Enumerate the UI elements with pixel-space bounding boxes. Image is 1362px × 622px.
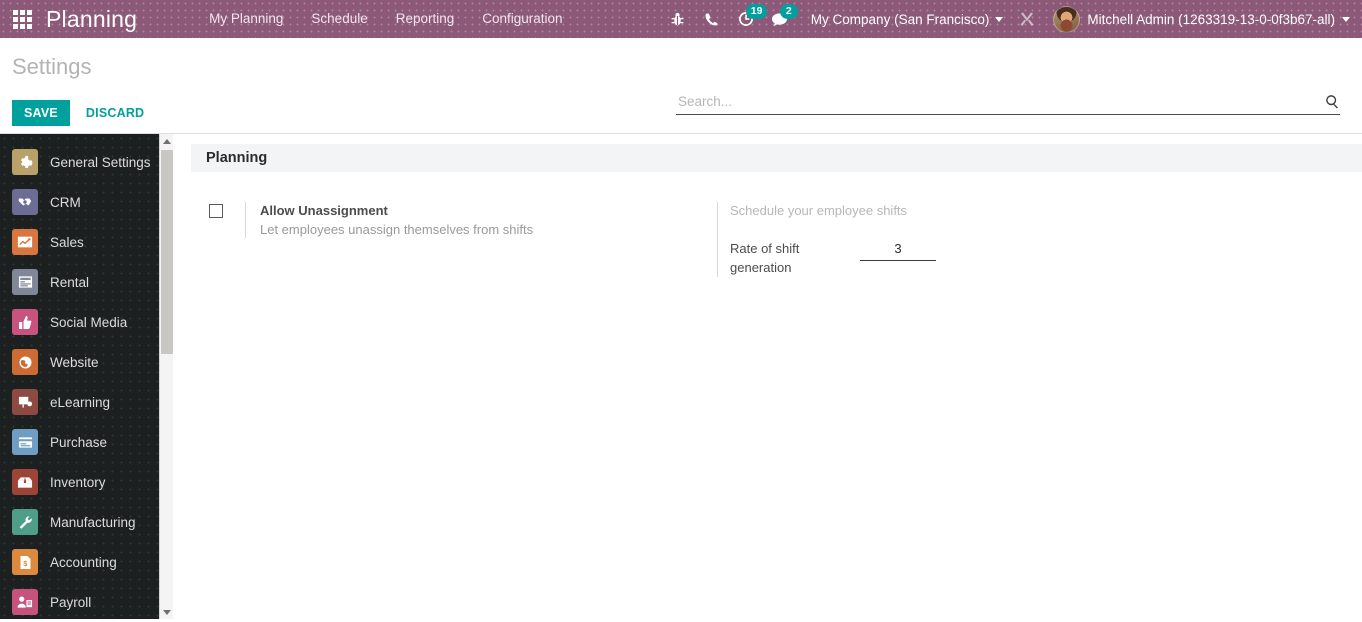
handshake-icon bbox=[12, 189, 38, 215]
section-title: Planning bbox=[206, 150, 268, 166]
settings-column-left: Allow Unassignment Let employees unassig… bbox=[191, 202, 701, 277]
messages-count-badge: 2 bbox=[779, 4, 798, 19]
sidebar-item-accounting[interactable]: $ Accounting bbox=[0, 542, 173, 582]
settings-body: General Settings CRM Sales Rental Social… bbox=[0, 134, 1362, 619]
section-header-planning: Planning bbox=[191, 144, 1362, 172]
apps-grid-icon bbox=[12, 9, 32, 29]
navbar-right-tools: 19 2 My Company (San Francisco) Mitchell… bbox=[661, 0, 1362, 38]
sidebar-item-label: Website bbox=[50, 354, 99, 370]
wrench-icon bbox=[12, 509, 38, 535]
presentation-icon bbox=[12, 389, 38, 415]
page-title: Settings bbox=[12, 54, 92, 79]
search-input[interactable] bbox=[676, 94, 1325, 109]
sidebar-item-sales[interactable]: Sales bbox=[0, 222, 173, 262]
scrollbar-thumb[interactable] bbox=[161, 150, 173, 354]
rate-of-shift-generation-row: Rate of shift generation bbox=[730, 239, 1171, 277]
document-icon bbox=[12, 269, 38, 295]
setting-description: Let employees unassign themselves from s… bbox=[260, 222, 534, 237]
schedule-shifts-block: Schedule your employee shifts Rate of sh… bbox=[717, 202, 1171, 277]
setting-title: Allow Unassignment bbox=[260, 203, 388, 218]
messages-chat-icon[interactable]: 2 bbox=[763, 0, 798, 38]
sidebar-item-label: Rental bbox=[50, 274, 90, 290]
sidebar-item-manufacturing[interactable]: Manufacturing bbox=[0, 502, 173, 542]
employee-icon bbox=[12, 589, 38, 615]
sidebar-scrollbar[interactable] bbox=[159, 134, 173, 619]
sidebar-item-website[interactable]: Website bbox=[0, 342, 173, 382]
chart-up-icon bbox=[12, 229, 38, 255]
setting-text-block: Allow Unassignment Let employees unassig… bbox=[245, 202, 533, 238]
company-selector[interactable]: My Company (San Francisco) bbox=[797, 12, 1010, 27]
sidebar-item-label: eLearning bbox=[50, 394, 111, 410]
sidebar-item-label: Purchase bbox=[50, 434, 108, 450]
sidebar-item-label: CRM bbox=[50, 194, 81, 210]
settings-sidebar: General Settings CRM Sales Rental Social… bbox=[0, 134, 173, 619]
scroll-up-arrow-icon[interactable] bbox=[160, 134, 173, 148]
menu-item-reporting[interactable]: Reporting bbox=[382, 0, 469, 38]
sidebar-item-social-media[interactable]: Social Media bbox=[0, 302, 173, 342]
chevron-down-icon bbox=[995, 16, 1004, 22]
navbar-menu: My Planning Schedule Reporting Configura… bbox=[195, 0, 576, 38]
thumbs-up-icon bbox=[12, 309, 38, 335]
sidebar-item-purchase[interactable]: Purchase bbox=[0, 422, 173, 462]
setting-allow-unassignment: Allow Unassignment Let employees unassig… bbox=[209, 202, 701, 238]
sidebar-item-label: Inventory bbox=[50, 474, 106, 490]
phone-icon[interactable] bbox=[695, 0, 729, 38]
gear-icon bbox=[12, 149, 38, 175]
save-button[interactable]: SAVE bbox=[12, 100, 70, 126]
settings-grid: Allow Unassignment Let employees unassig… bbox=[191, 202, 1362, 277]
control-panel: Settings SAVE DISCARD bbox=[0, 38, 1362, 134]
sidebar-item-payroll[interactable]: Payroll bbox=[0, 582, 173, 619]
sidebar-item-label: General Settings bbox=[50, 154, 151, 170]
card-icon bbox=[12, 429, 38, 455]
discard-button[interactable]: DISCARD bbox=[76, 100, 154, 126]
sidebar-item-elearning[interactable]: eLearning bbox=[0, 382, 173, 422]
settings-content: Planning Allow Unassignment Let employee… bbox=[173, 134, 1362, 619]
apps-menu-button[interactable] bbox=[0, 0, 44, 38]
sidebar-item-general-settings[interactable]: General Settings bbox=[0, 142, 173, 182]
activity-clock-icon[interactable]: 19 bbox=[729, 0, 768, 38]
menu-item-schedule[interactable]: Schedule bbox=[297, 0, 381, 38]
search-icon[interactable] bbox=[1325, 94, 1340, 109]
menu-item-configuration[interactable]: Configuration bbox=[468, 0, 576, 38]
search-bar bbox=[676, 94, 1340, 115]
invoice-icon: $ bbox=[12, 549, 38, 575]
checkbox-wrapper bbox=[209, 202, 245, 238]
box-icon bbox=[12, 469, 38, 495]
rate-of-shift-generation-label: Rate of shift generation bbox=[730, 241, 800, 275]
globe-icon bbox=[12, 349, 38, 375]
sidebar-item-label: Accounting bbox=[50, 554, 117, 570]
sidebar-item-label: Manufacturing bbox=[50, 514, 136, 530]
sidebar-item-label: Social Media bbox=[50, 314, 128, 330]
chevron-down-icon bbox=[1342, 16, 1350, 22]
avatar bbox=[1053, 5, 1081, 33]
top-navbar: Planning My Planning Schedule Reporting … bbox=[0, 0, 1362, 38]
user-name-label: Mitchell Admin (1263319-13-0-0f3b67-all) bbox=[1087, 11, 1335, 27]
bug-icon[interactable] bbox=[661, 0, 695, 38]
sidebar-item-inventory[interactable]: Inventory bbox=[0, 462, 173, 502]
sidebar-item-label: Sales bbox=[50, 234, 84, 250]
scroll-down-arrow-icon[interactable] bbox=[160, 605, 173, 619]
sidebar-item-rental[interactable]: Rental bbox=[0, 262, 173, 302]
user-menu[interactable]: Mitchell Admin (1263319-13-0-0f3b67-all) bbox=[1045, 5, 1362, 33]
sidebar-app-list: General Settings CRM Sales Rental Social… bbox=[0, 134, 173, 619]
menu-item-my-planning[interactable]: My Planning bbox=[195, 0, 297, 38]
action-buttons: SAVE DISCARD bbox=[12, 100, 154, 126]
settings-column-right: Schedule your employee shifts Rate of sh… bbox=[701, 202, 1171, 277]
sidebar-item-label: Payroll bbox=[50, 594, 92, 610]
company-name-label: My Company (San Francisco) bbox=[810, 11, 990, 27]
app-brand-title[interactable]: Planning bbox=[44, 6, 143, 33]
sidebar-item-crm[interactable]: CRM bbox=[0, 182, 173, 222]
schedule-shifts-caption: Schedule your employee shifts bbox=[730, 203, 908, 218]
allow-unassignment-checkbox[interactable] bbox=[209, 204, 223, 218]
tools-wrench-icon[interactable] bbox=[1009, 11, 1045, 27]
rate-of-shift-generation-input[interactable] bbox=[860, 239, 936, 261]
